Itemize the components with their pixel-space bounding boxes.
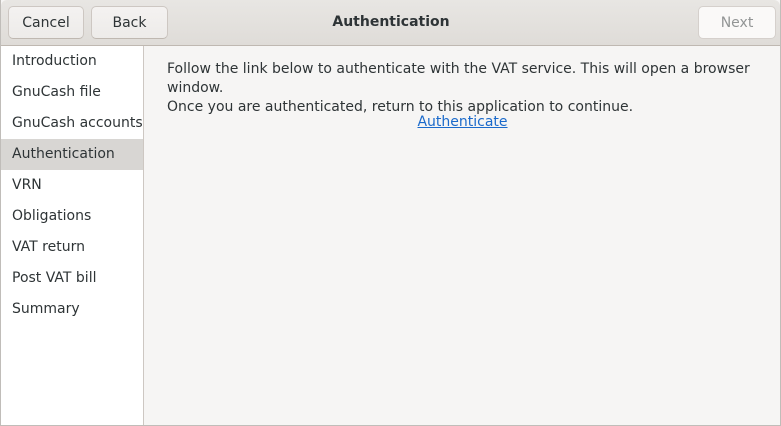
window-title: Authentication	[332, 14, 450, 30]
main-content: Follow the link below to authenticate wi…	[145, 46, 780, 425]
instructions-line-1: Follow the link below to authenticate wi…	[167, 61, 750, 96]
sidebar-item-vat-return: VAT return	[12, 239, 85, 255]
authenticate-link-row: Authenticate	[145, 114, 780, 130]
sidebar-item-introduction: Introduction	[12, 53, 97, 69]
sidebar-item-summary: Summary	[12, 301, 80, 317]
sidebar-item-obligations: Obligations	[12, 208, 92, 224]
cancel-button[interactable]: Cancel	[8, 6, 84, 39]
sidebar-item-gnucash-file: GnuCash file	[12, 84, 101, 100]
assistant-window: Cancel Back Authentication Next Introduc…	[0, 0, 781, 426]
authenticate-link[interactable]: Authenticate	[417, 114, 507, 130]
back-button[interactable]: Back	[91, 6, 168, 39]
sidebar-item-post-vat-bill: Post VAT bill	[12, 270, 97, 286]
sidebar-item-authentication: Authentication	[1, 139, 143, 170]
sidebar-item-gnucash-accounts: GnuCash accounts	[12, 115, 143, 131]
instructions-text: Follow the link below to authenticate wi…	[167, 60, 777, 117]
next-button: Next	[698, 6, 776, 39]
sidebar: Introduction GnuCash file GnuCash accoun…	[1, 46, 144, 425]
sidebar-item-vrn: VRN	[12, 177, 42, 193]
header-bar: Cancel Back Authentication Next	[1, 0, 780, 46]
